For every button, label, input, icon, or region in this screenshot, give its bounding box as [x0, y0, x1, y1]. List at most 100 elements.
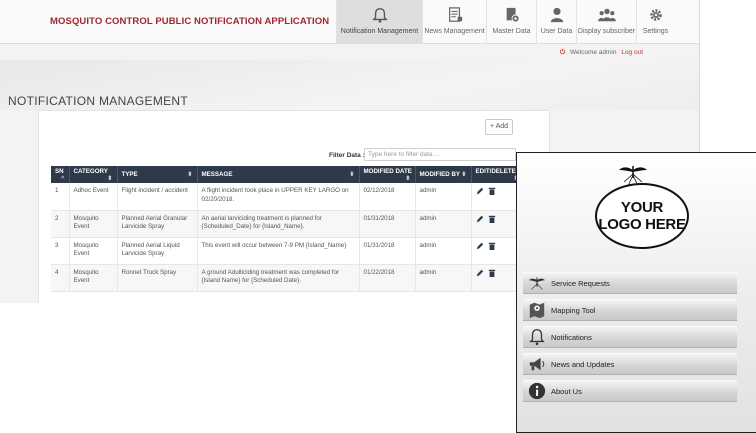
column-header-modified-date[interactable]: MODIFIED DATE ⬍: [359, 166, 416, 183]
logo-placeholder: YOUR LOGO HERE: [595, 183, 689, 249]
menu-item-label: News and Updates: [551, 359, 615, 369]
cell-modified-by: admin: [415, 237, 472, 265]
bell-icon: [527, 327, 547, 347]
delete-icon[interactable]: [488, 269, 496, 277]
cell-message: A flight incident took place in UPPER KE…: [197, 183, 360, 211]
menu-item-label: About Us: [551, 386, 582, 396]
nav-label: Notification Management: [340, 28, 419, 35]
main-nav: Notification Management News Management …: [336, 0, 674, 44]
mobile-menu: Service Requests Mapping Tool Notificati…: [517, 272, 756, 407]
sort-icon: ⬍: [405, 174, 411, 182]
nav-notification-management[interactable]: Notification Management: [336, 0, 422, 44]
map-icon: [527, 300, 547, 320]
top-navigation-bar: MOSQUITO CONTROL PUBLIC NOTIFICATION APP…: [0, 0, 699, 44]
bell-icon: [371, 8, 388, 23]
nav-label: Display subscriber: [577, 28, 636, 35]
menu-item-label: Service Requests: [551, 278, 610, 288]
cell-modified-date: 01/31/2018: [359, 237, 416, 265]
info-icon: [527, 381, 547, 401]
column-header-sn[interactable]: SN ^: [51, 166, 70, 183]
cell-category: Mosquito Event: [69, 264, 118, 292]
cell-message: A ground Adulticiding treatment was comp…: [197, 264, 360, 292]
power-icon: ⏻: [560, 49, 566, 56]
column-header-type[interactable]: TYPE ⬍: [117, 166, 198, 183]
menu-item-service-requests[interactable]: Service Requests: [523, 272, 737, 294]
logo-line-1: YOUR: [620, 199, 664, 216]
nav-news-management[interactable]: News Management: [422, 0, 486, 44]
cell-modified-date: 01/31/2018: [359, 210, 416, 238]
app-title: MOSQUITO CONTROL PUBLIC NOTIFICATION APP…: [50, 16, 330, 27]
edit-icon[interactable]: [476, 269, 484, 277]
cell-sn: 1: [51, 183, 70, 211]
cell-sn: 4: [51, 264, 70, 292]
add-button[interactable]: + Add: [485, 119, 513, 135]
group-icon: [597, 8, 616, 22]
page-title: NOTIFICATION MANAGEMENT: [8, 94, 189, 108]
table-row: 3 Mosquito Event Planned Aerial Liquid L…: [51, 237, 524, 265]
cell-category: Mosquito Event: [69, 210, 118, 238]
nav-label: User Data: [540, 28, 573, 35]
cell-type: Planned Aerial Granular Larvicide Spray: [117, 210, 198, 238]
cell-modified-by: admin: [415, 264, 472, 292]
mosquito-icon: [527, 273, 547, 293]
column-header-modified-by[interactable]: MODIFIED BY ⬍: [415, 166, 472, 183]
table-row: 1 Adhoc Event Flight incident / accident…: [51, 183, 524, 211]
cell-sn: 3: [51, 237, 70, 265]
database-icon: [506, 7, 520, 23]
nav-user-data[interactable]: User Data: [536, 0, 576, 44]
cell-category: Mosquito Event: [69, 237, 118, 265]
cell-modified-date: 02/12/2018: [359, 183, 416, 211]
sort-icon: ⬍: [349, 171, 355, 178]
cell-message: An aerial larviciding treatment is plann…: [197, 210, 360, 238]
menu-item-about-us[interactable]: About Us: [523, 380, 737, 402]
menu-item-notifications[interactable]: Notifications: [523, 326, 737, 348]
table-header-row: SN ^ CATEGORY ⬍ TYPE ⬍ MESSAGE ⬍ MODIFIED DA…: [51, 166, 524, 183]
edit-icon[interactable]: [476, 215, 484, 223]
gear-icon: [649, 9, 662, 21]
nav-label: Master Data: [492, 28, 531, 35]
notification-panel: + Add Filter Data : SN^ CATEGORY⬍ TYPE⬍ …: [38, 110, 550, 303]
news-icon: [448, 7, 462, 22]
menu-item-label: Notifications: [551, 332, 592, 342]
filter-input[interactable]: [364, 148, 516, 161]
edit-icon[interactable]: [476, 242, 484, 250]
cell-category: Adhoc Event: [69, 183, 118, 211]
column-header-message[interactable]: MESSAGE ⬍: [197, 166, 360, 183]
logo-line-2: LOGO HERE: [598, 216, 686, 233]
menu-item-news-updates[interactable]: News and Updates: [523, 353, 737, 375]
delete-icon[interactable]: [488, 242, 496, 250]
nav-label: Settings: [642, 28, 669, 35]
notifications-table: SN ^ CATEGORY ⬍ TYPE ⬍ MESSAGE ⬍ MODIFIED DA…: [51, 166, 524, 292]
nav-settings[interactable]: Settings: [636, 0, 674, 44]
delete-icon[interactable]: [488, 215, 496, 223]
table-row: 4 Mosquito Event Ronnet Truck Spray A gr…: [51, 264, 524, 292]
welcome-text: Welcome admin: [570, 49, 617, 56]
cell-type: Flight incident / accident: [117, 183, 198, 211]
sort-icon: ⬍: [461, 171, 467, 178]
mobile-app-screen: YOUR LOGO HERE Service Requests Mapping …: [516, 152, 756, 433]
cell-modified-by: admin: [415, 183, 472, 211]
nav-label: News Management: [424, 28, 485, 35]
cell-type: Ronnet Truck Spray: [117, 264, 198, 292]
cell-modified-by: admin: [415, 210, 472, 238]
cell-message: This event will occur between 7-9 PM {Is…: [197, 237, 360, 265]
edit-icon[interactable]: [476, 187, 484, 195]
nav-master-data[interactable]: Master Data: [486, 0, 536, 44]
cell-sn: 2: [51, 210, 70, 238]
column-header-category[interactable]: CATEGORY ⬍: [69, 166, 118, 183]
nav-display-subscriber[interactable]: Display subscriber: [576, 0, 636, 44]
sort-icon: ^: [60, 174, 65, 182]
sort-icon: ⬍: [187, 171, 193, 178]
delete-icon[interactable]: [488, 187, 496, 195]
sort-icon: ⬍: [107, 174, 113, 182]
cell-modified-date: 01/22/2018: [359, 264, 416, 292]
user-icon: [550, 7, 563, 23]
filter-label: Filter Data :: [329, 152, 365, 159]
menu-item-label: Mapping Tool: [551, 305, 596, 315]
table-row: 2 Mosquito Event Planned Aerial Granular…: [51, 210, 524, 238]
logout-link[interactable]: Log out: [621, 49, 643, 56]
welcome-bar: ⏻ Welcome admin Log out: [560, 49, 643, 57]
menu-item-mapping-tool[interactable]: Mapping Tool: [523, 299, 737, 321]
cell-type: Planned Aerial Liquid Larvicide Spray: [117, 237, 198, 265]
megaphone-icon: [527, 354, 547, 374]
